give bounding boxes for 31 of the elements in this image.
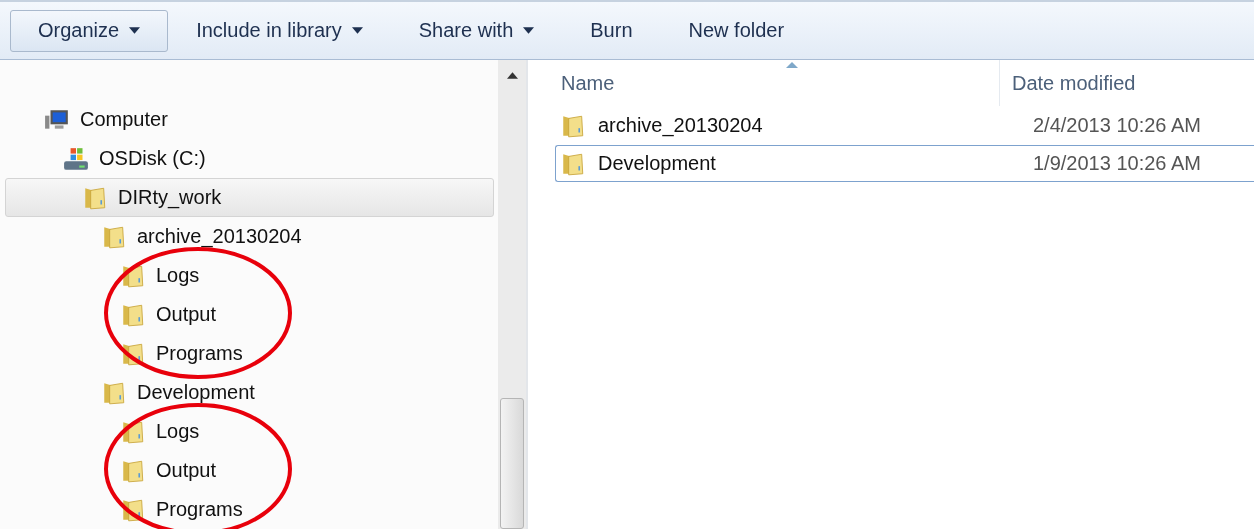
date-modified: 2/4/2013 10:26 AM [1033, 114, 1201, 137]
scrollbar[interactable] [498, 60, 526, 529]
sort-arrow-icon [786, 62, 798, 68]
tree-item[interactable]: Computer [5, 100, 494, 139]
tree-item[interactable]: Output [5, 451, 494, 490]
tree-item[interactable]: DIRty_work [5, 178, 494, 217]
drive-icon [63, 145, 89, 172]
file-row[interactable]: Development 1/9/2013 10:26 AM [555, 145, 1254, 182]
tree-item[interactable]: Development [5, 373, 494, 412]
file-row[interactable]: archive_20130204 2/4/2013 10:26 AM [555, 107, 1254, 144]
tree-item[interactable]: Output [5, 295, 494, 334]
scrollbar-thumb[interactable] [500, 398, 524, 529]
file-name: archive_20130204 [598, 114, 763, 137]
toolbar-button[interactable]: Include in library [168, 9, 391, 52]
file-name: Development [598, 152, 716, 175]
tree-item[interactable]: OSDisk (C:) [5, 139, 494, 178]
caret-icon [129, 27, 141, 34]
toolbar-button[interactable]: Share with [390, 9, 563, 52]
toolbar-button[interactable]: Organize [10, 9, 169, 52]
toolbar-button[interactable]: New folder [660, 9, 813, 52]
tree-item[interactable]: Programs [5, 334, 494, 373]
scroll-up-icon[interactable] [506, 72, 518, 79]
column-header[interactable]: Date modified [1000, 60, 1136, 106]
tree-item[interactable]: Logs [5, 412, 494, 451]
tree-item[interactable]: archive_20130204 [5, 217, 494, 256]
date-modified: 1/9/2013 10:26 AM [1033, 152, 1201, 175]
tree-item[interactable]: Logs [5, 256, 494, 295]
tree-item[interactable]: Programs [5, 490, 494, 529]
toolbar-button[interactable]: Burn [562, 9, 661, 52]
caret-icon [523, 27, 535, 34]
caret-icon [351, 27, 363, 34]
